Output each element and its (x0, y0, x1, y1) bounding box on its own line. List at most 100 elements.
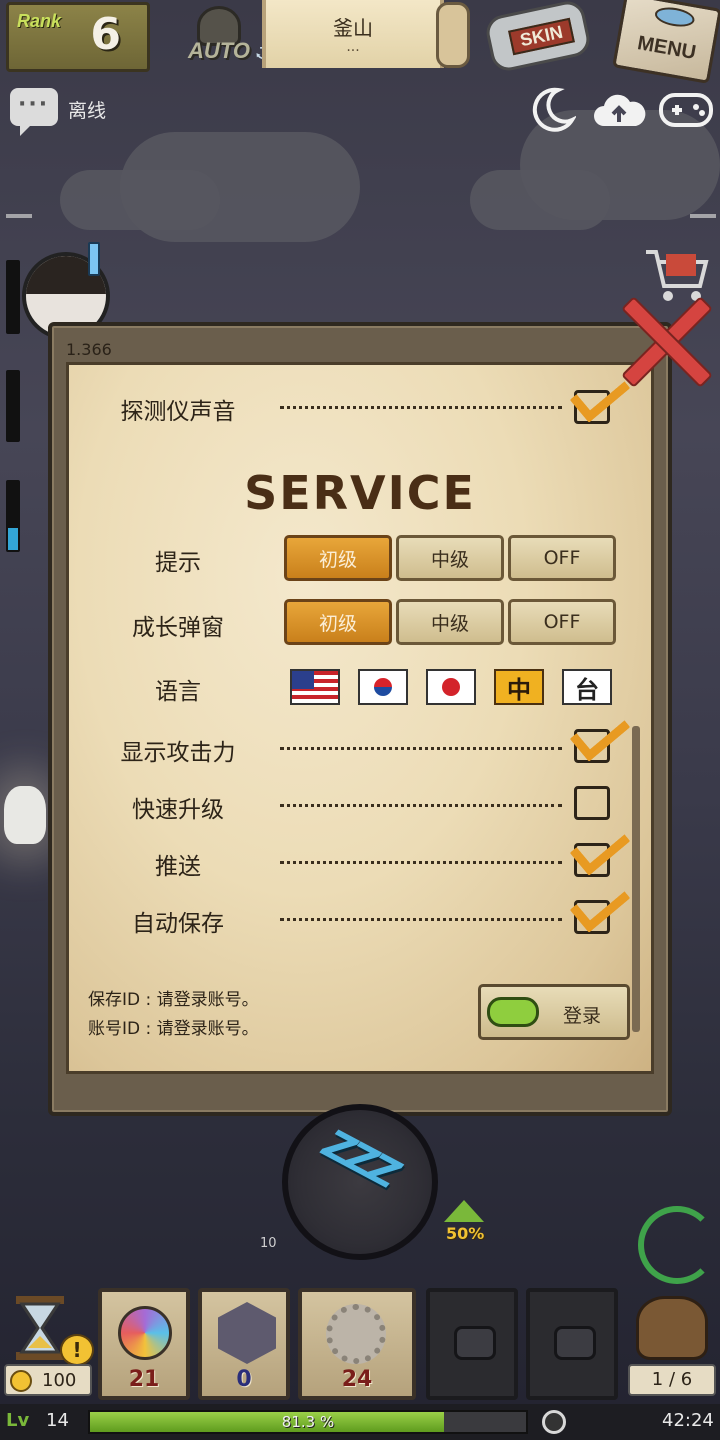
hp-bar (6, 260, 20, 334)
level-value: 14 (46, 1410, 69, 1431)
growth-option-middle[interactable]: 中级 (396, 599, 504, 645)
kr-flag-icon[interactable] (358, 669, 408, 705)
lamp-icon (4, 786, 46, 844)
lock-icon (454, 1326, 496, 1360)
gamepad-icon[interactable] (658, 90, 714, 130)
slot-count: 21 (128, 1367, 160, 1392)
coin-value: 100 (42, 1370, 77, 1391)
gear-icon (326, 1304, 386, 1364)
hint-option-basic[interactable]: 初级 (284, 535, 392, 581)
item-slot-orb[interactable]: 21 (98, 1288, 190, 1400)
sleep-compass[interactable]: ZZZ (282, 1104, 438, 1260)
gamepad-icon (487, 997, 539, 1027)
coin-counter: 100 (4, 1364, 92, 1396)
option-label: 初级 (318, 548, 357, 571)
quick-upgrade-label: 快速升级 (132, 797, 224, 823)
skin-button[interactable]: SKIN (478, 0, 604, 76)
growth-option-basic[interactable]: 初级 (284, 599, 392, 645)
zh-flag-icon[interactable]: 中 (494, 669, 544, 705)
auto-save-checkbox[interactable] (569, 875, 631, 934)
xp-bar: 81.3 % (88, 1410, 528, 1434)
alert-icon (88, 242, 100, 276)
location-banner[interactable]: 釜山 ... (262, 0, 444, 68)
speed-tick-label: 10 (260, 1236, 277, 1251)
dotted-leader (280, 406, 562, 409)
show-attack-checkbox[interactable] (569, 704, 631, 763)
recycle-icon[interactable] (638, 1206, 716, 1284)
scroll-roll-icon (436, 2, 470, 68)
time-value: 42:24 (662, 1410, 714, 1431)
scrollbar[interactable] (632, 726, 640, 1032)
bag-counter: 1 / 6 (628, 1364, 716, 1396)
rank-badge[interactable]: Rank 6 (6, 2, 150, 72)
push-checkbox[interactable] (569, 818, 631, 877)
growth-popup-label: 成长弹窗 (132, 615, 224, 641)
option-label: OFF (543, 547, 581, 569)
location-name: 釜山 (333, 16, 373, 40)
login-button[interactable]: 登录 (478, 984, 630, 1040)
detector-sound-checkbox[interactable] (569, 365, 631, 424)
moon-icon[interactable] (528, 86, 576, 134)
option-label: 中级 (430, 548, 469, 571)
jp-flag-icon[interactable] (426, 669, 476, 705)
quick-upgrade-checkbox[interactable] (574, 786, 610, 820)
push-label: 推送 (155, 854, 201, 880)
chat-icon[interactable]: ··· (10, 88, 58, 136)
fish-icon (653, 4, 697, 30)
item-slot-locked[interactable] (426, 1288, 518, 1400)
account-id-line: 账号ID : 请登录账号。 (88, 1019, 259, 1039)
menu-button[interactable]: MENU (612, 0, 720, 84)
hint-option-off[interactable]: OFF (508, 535, 616, 581)
orb-icon (118, 1306, 172, 1360)
us-flag-icon[interactable] (290, 669, 340, 705)
rank-label: Rank (17, 11, 62, 31)
tw-flag-icon[interactable]: 台 (562, 669, 612, 705)
location-subtitle: ... (346, 39, 360, 55)
section-title: SERVICE (244, 466, 476, 520)
option-label: 中级 (430, 612, 469, 635)
auto-button[interactable]: AUTO (176, 0, 262, 70)
boost-percent: 50% (446, 1224, 485, 1243)
slot-count: 24 (341, 1367, 373, 1392)
tw-flag-text: 台 (575, 675, 599, 704)
coin-icon (10, 1370, 32, 1392)
sleep-icon: ZZZ (315, 1121, 404, 1197)
rank-value: 6 (90, 9, 121, 60)
xp-percent: 81.3 % (281, 1413, 335, 1431)
language-label: 语言 (155, 679, 201, 705)
close-icon[interactable] (616, 292, 712, 388)
hourglass-badge: ! (60, 1334, 94, 1366)
show-attack-label: 显示攻击力 (120, 740, 236, 766)
hint-label: 提示 (155, 550, 201, 576)
option-label: 初级 (318, 612, 357, 635)
chat-dots-icon: ··· (18, 92, 50, 117)
save-info: 保存ID : 请登录账号。 账号ID : 请登录账号。 (88, 986, 259, 1044)
option-label: OFF (543, 611, 581, 633)
slot-count: 0 (236, 1367, 252, 1392)
dotted-leader (280, 747, 562, 750)
growth-option-off[interactable]: OFF (508, 599, 616, 645)
mana-bar-fill (8, 528, 18, 550)
status-bar: Lv 14 81.3 % 42:24 (0, 1404, 720, 1440)
dotted-leader (280, 804, 562, 807)
detector-sound-label: 探测仪声音 (120, 399, 236, 425)
boost-arrow-icon (444, 1200, 484, 1222)
zh-flag-text: 中 (507, 675, 531, 704)
dotted-leader (280, 918, 562, 921)
login-label: 登录 (563, 1005, 602, 1027)
save-id-line: 保存ID : 请登录账号。 (88, 990, 259, 1010)
auto-save-label: 自动保存 (132, 911, 224, 937)
item-slot-locked[interactable] (526, 1288, 618, 1400)
version-label: 1.366 (66, 340, 112, 359)
level-icon: Lv (6, 1410, 30, 1431)
cloud-upload-icon[interactable] (592, 88, 646, 132)
bag-icon[interactable] (636, 1296, 708, 1360)
hp-bar (6, 370, 20, 442)
horizon-dash (690, 214, 716, 218)
item-slot-shield[interactable]: 0 (198, 1288, 290, 1400)
background-cloud (60, 170, 220, 230)
item-slot-gear[interactable]: 24 (298, 1288, 416, 1400)
shield-icon (218, 1302, 276, 1364)
hint-option-middle[interactable]: 中级 (396, 535, 504, 581)
horizon-dash (6, 214, 32, 218)
